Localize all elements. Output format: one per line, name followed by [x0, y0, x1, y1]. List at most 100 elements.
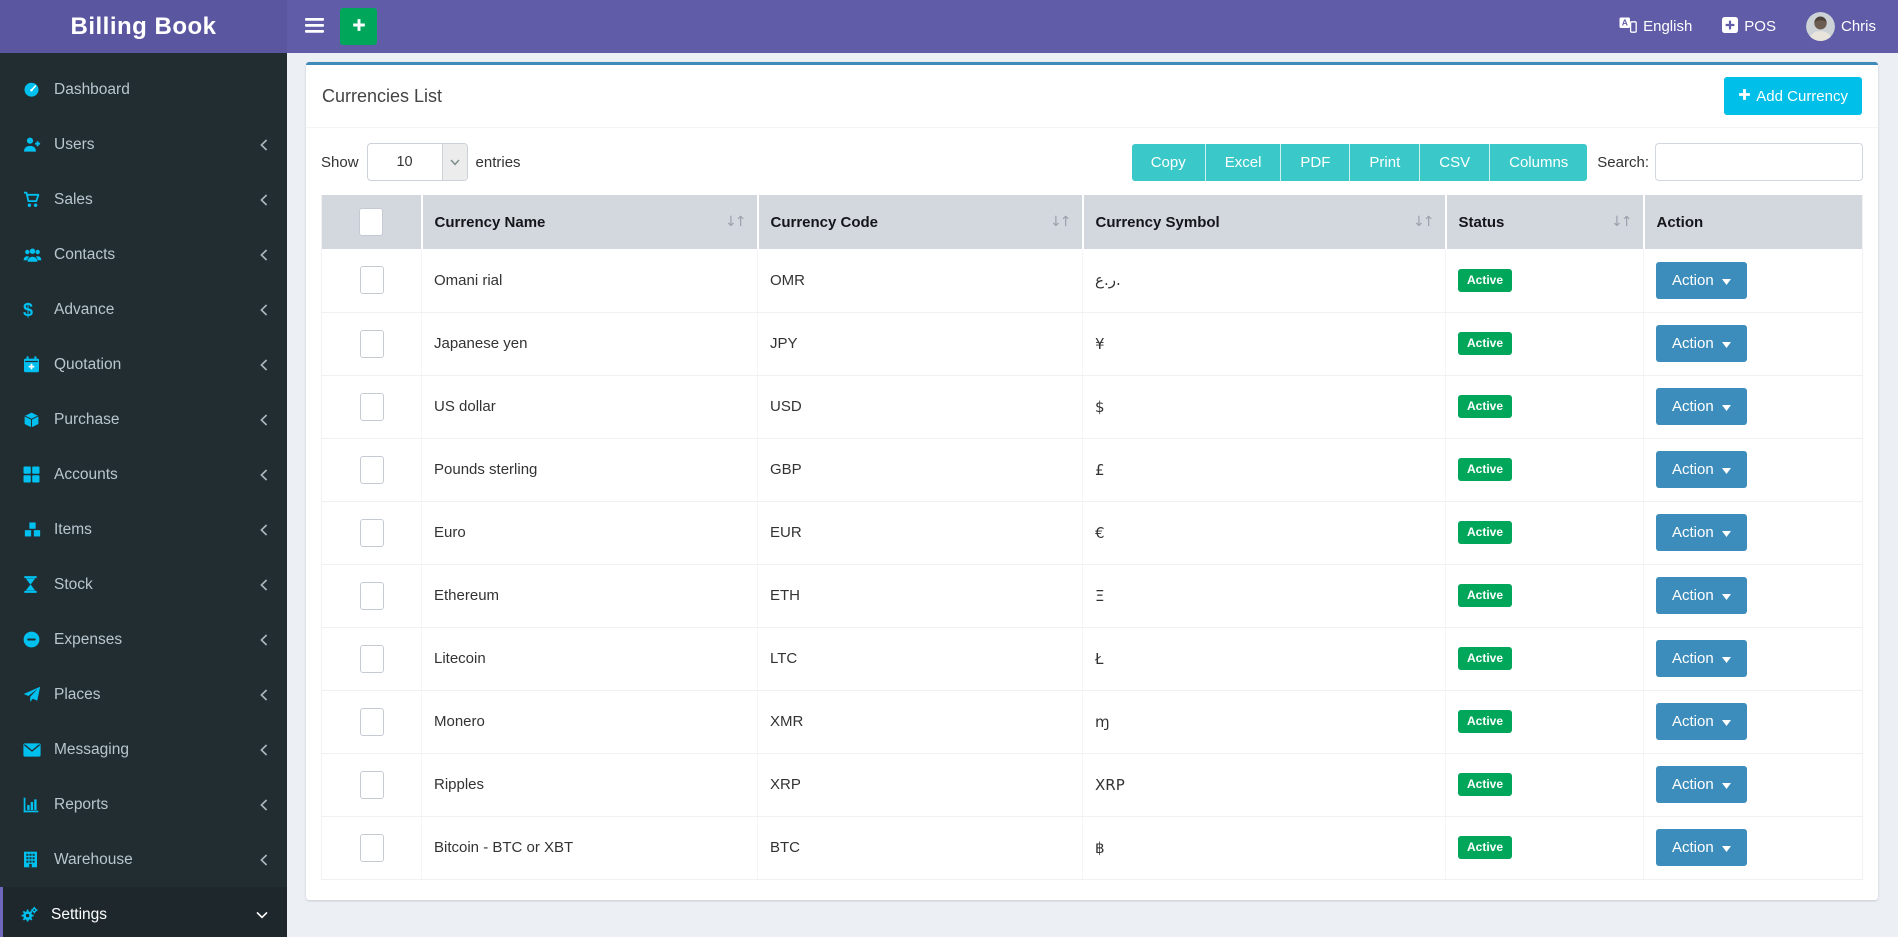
column-header-currency-symbol[interactable]: ↓↑ Currency Symbol — [1082, 195, 1447, 249]
sidebar-item-expenses[interactable]: Expenses — [0, 612, 287, 667]
sidebar-item-settings[interactable]: Settings — [0, 887, 287, 937]
sidebar-item-quotation[interactable]: Quotation — [0, 337, 287, 392]
action-dropdown-button[interactable]: Action — [1656, 829, 1747, 866]
sidebar-item-advance[interactable]: $ Advance — [0, 282, 287, 337]
action-dropdown-button[interactable]: Action — [1656, 514, 1747, 551]
page-length-select[interactable]: 10 — [366, 143, 468, 181]
panel-body: Show 10 entries Copy Excel PDF Print CSV Colu… — [306, 128, 1878, 900]
row-checkbox[interactable] — [359, 833, 384, 862]
caret-down-icon — [1721, 461, 1731, 478]
sidebar-item-label: Items — [54, 520, 92, 538]
cell-currency-symbol: ر.ع. — [1082, 249, 1446, 313]
currencies-table: ↓↑ Currency Name ↓↑ Currency Code ↓↑ Curren… — [321, 195, 1863, 880]
table-toolbar: Show 10 entries Copy Excel PDF Print CSV Colu… — [321, 141, 1863, 182]
sidebar-item-accounts[interactable]: Accounts — [0, 447, 287, 502]
calendar-plus-icon — [23, 356, 54, 373]
action-dropdown-button[interactable]: Action — [1656, 388, 1747, 425]
cell-currency-name: Monero — [421, 690, 758, 754]
action-dropdown-button[interactable]: Action — [1656, 325, 1747, 362]
cell-currency-symbol: Ξ — [1082, 564, 1446, 628]
sidebar-item-dashboard[interactable]: Dashboard — [0, 62, 287, 117]
sidebar-item-messaging[interactable]: Messaging — [0, 722, 287, 777]
quick-add-button[interactable] — [340, 8, 377, 45]
status-badge: Active — [1458, 521, 1513, 544]
sidebar-toggle-button[interactable] — [301, 12, 328, 42]
pos-label: POS — [1744, 18, 1776, 35]
cell-currency-name: Japanese yen — [421, 312, 758, 376]
row-checkbox[interactable] — [359, 329, 384, 358]
action-dropdown-button[interactable]: Action — [1656, 577, 1747, 614]
add-currency-button[interactable]: Add Currency — [1724, 77, 1862, 115]
cubes-icon — [23, 521, 54, 538]
pos-button[interactable]: POS — [1722, 16, 1776, 37]
sidebar-item-label: Sales — [54, 190, 93, 208]
navbar-left — [287, 0, 377, 53]
chevron-left-icon — [260, 798, 268, 811]
sidebar-item-contacts[interactable]: Contacts — [0, 227, 287, 282]
action-dropdown-button[interactable]: Action — [1656, 451, 1747, 488]
sidebar-item-label: Expenses — [54, 630, 123, 648]
sidebar-item-label: Quotation — [54, 355, 122, 373]
bar-chart-icon — [23, 797, 54, 813]
sidebar-item-places[interactable]: Places — [0, 667, 287, 722]
row-checkbox[interactable] — [359, 770, 384, 799]
row-checkbox[interactable] — [359, 392, 384, 421]
sidebar-item-warehouse[interactable]: Warehouse — [0, 832, 287, 887]
sidebar-item-sales[interactable]: Sales — [0, 172, 287, 227]
row-checkbox[interactable] — [359, 518, 384, 547]
caret-down-icon — [1721, 272, 1731, 289]
page-length-control: Show 10 entries — [321, 143, 521, 181]
paper-plane-icon — [23, 686, 54, 703]
cell-currency-symbol: ¥ — [1082, 312, 1446, 376]
export-button-excel[interactable]: Excel — [1205, 143, 1282, 181]
search-input[interactable] — [1655, 143, 1863, 181]
cell-currency-name: US dollar — [421, 375, 758, 439]
action-dropdown-button[interactable]: Action — [1656, 261, 1747, 299]
row-checkbox[interactable] — [359, 707, 384, 736]
user-menu[interactable]: Chris — [1805, 12, 1876, 41]
column-header-currency-name[interactable]: ↓↑ Currency Name — [421, 195, 759, 249]
search-control: Search: — [1597, 143, 1863, 181]
export-buttons-group: Copy Excel PDF Print CSV Columns — [1131, 143, 1588, 181]
column-header-currency-code[interactable]: ↓↑ Currency Code — [757, 195, 1084, 249]
cell-select — [321, 564, 422, 628]
sidebar-item-label: Stock — [54, 575, 93, 593]
cell-currency-code: BTC — [757, 816, 1083, 880]
cell-currency-name: Bitcoin - BTC or XBT — [421, 816, 758, 880]
caret-down-icon — [1721, 650, 1731, 667]
export-button-print[interactable]: Print — [1350, 143, 1421, 181]
sidebar-item-stock[interactable]: Stock — [0, 557, 287, 612]
row-checkbox[interactable] — [359, 455, 384, 484]
table-row: Monero XMR ɱ Active Action — [321, 690, 1863, 754]
column-header-status[interactable]: ↓↑ Status — [1445, 195, 1645, 249]
action-dropdown-button[interactable]: Action — [1656, 766, 1747, 803]
status-badge: Active — [1458, 268, 1513, 292]
caret-down-icon — [1721, 335, 1731, 352]
language-menu[interactable]: A English — [1619, 17, 1692, 37]
cell-action: Action — [1643, 627, 1863, 691]
caret-down-icon — [1721, 713, 1731, 730]
cell-status: Active — [1445, 564, 1644, 628]
column-header-action: Action — [1643, 195, 1863, 249]
sidebar-item-items[interactable]: Items — [0, 502, 287, 557]
gears-icon — [20, 906, 51, 924]
export-button-csv[interactable]: CSV — [1420, 143, 1491, 181]
sidebar-item-reports[interactable]: Reports — [0, 777, 287, 832]
cell-status: Active — [1445, 690, 1644, 754]
action-dropdown-button[interactable]: Action — [1656, 640, 1747, 677]
select-all-checkbox[interactable] — [359, 208, 384, 236]
sidebar-item-purchase[interactable]: Purchase — [0, 392, 287, 447]
row-checkbox[interactable] — [359, 644, 384, 673]
cell-status: Active — [1445, 249, 1644, 313]
action-dropdown-button[interactable]: Action — [1656, 703, 1747, 740]
export-button-copy[interactable]: Copy — [1131, 143, 1206, 181]
row-checkbox[interactable] — [359, 581, 384, 610]
brand-logo[interactable]: Billing Book — [0, 0, 287, 53]
select-chevron-icon — [441, 144, 467, 180]
sidebar-item-users[interactable]: Users — [0, 117, 287, 172]
top-navbar: Billing Book A English POS Chris — [0, 0, 1898, 53]
export-button-pdf[interactable]: PDF — [1281, 143, 1351, 181]
hourglass-icon — [23, 576, 54, 593]
row-checkbox[interactable] — [359, 266, 384, 295]
export-button-columns[interactable]: Columns — [1490, 143, 1588, 181]
